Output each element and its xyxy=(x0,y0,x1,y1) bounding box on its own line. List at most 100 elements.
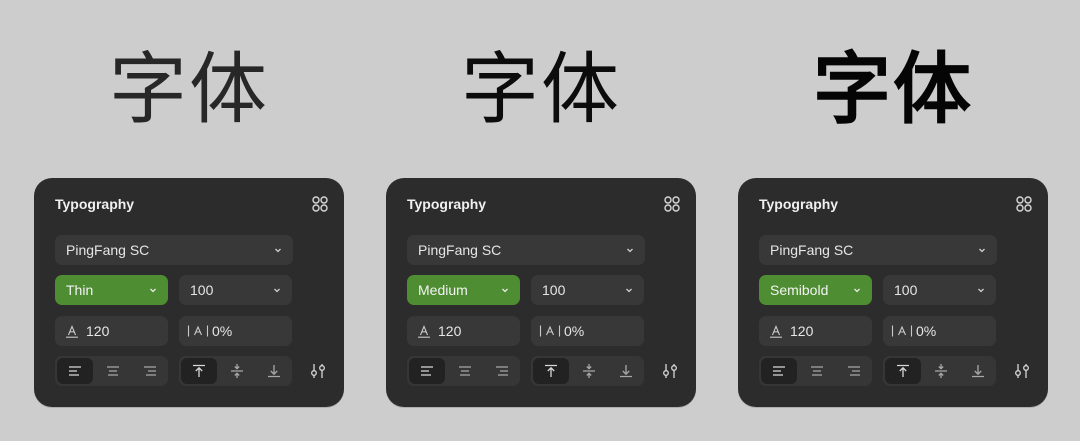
align-left-button[interactable] xyxy=(761,358,798,384)
font-weight-value: Semibold xyxy=(770,282,829,298)
chevron-down-icon xyxy=(150,288,156,293)
font-family-value: PingFang SC xyxy=(418,242,502,258)
align-left-icon xyxy=(421,366,434,376)
font-weight-select[interactable]: Thin xyxy=(55,275,168,305)
four-dots-icon[interactable] xyxy=(662,194,682,214)
letter-spacing-icon xyxy=(891,325,913,337)
four-dots-icon[interactable] xyxy=(1014,194,1034,214)
align-top-icon xyxy=(897,364,910,377)
align-top-icon xyxy=(193,364,206,377)
align-bottom-button[interactable] xyxy=(256,356,292,386)
align-center-button[interactable] xyxy=(447,356,483,386)
line-height-input[interactable]: 120 xyxy=(55,316,168,346)
font-size-select[interactable]: 100 xyxy=(883,275,996,305)
align-left-button[interactable] xyxy=(57,358,94,384)
font-family-select[interactable]: PingFang SC xyxy=(407,235,645,265)
align-right-icon xyxy=(847,366,860,376)
column-semibold: 字体 Typography PingFang SC Semibold 100 1… xyxy=(738,0,1048,441)
sliders-icon[interactable] xyxy=(1013,362,1031,380)
font-size-select[interactable]: 100 xyxy=(531,275,644,305)
font-size-value: 100 xyxy=(894,282,918,298)
letter-spacing-value: 0% xyxy=(212,323,233,339)
align-top-icon xyxy=(545,364,558,377)
letter-spacing-input[interactable]: 0% xyxy=(883,316,996,346)
sample-glyphs: 字体 xyxy=(108,45,269,135)
chevron-down-icon xyxy=(626,288,632,293)
vertical-align-group xyxy=(179,356,292,386)
align-right-icon xyxy=(143,366,156,376)
typography-panel: Typography PingFang SC Medium 100 120 0% xyxy=(386,178,696,407)
font-size-value: 100 xyxy=(190,282,214,298)
align-top-button[interactable] xyxy=(885,358,922,384)
align-center-icon xyxy=(811,366,824,376)
typography-panel: Typography PingFang SC Semibold 100 120 … xyxy=(738,178,1048,407)
align-bottom-icon xyxy=(619,365,632,378)
align-center-icon xyxy=(459,366,472,376)
align-center-button[interactable] xyxy=(799,356,835,386)
font-family-select[interactable]: PingFang SC xyxy=(55,235,293,265)
align-left-icon xyxy=(773,366,786,376)
letter-spacing-icon xyxy=(539,325,561,337)
letter-spacing-input[interactable]: 0% xyxy=(179,316,292,346)
panel-title: Typography xyxy=(407,196,487,212)
text-align-group xyxy=(759,356,872,386)
align-left-button[interactable] xyxy=(409,358,446,384)
chevron-down-icon xyxy=(978,288,984,293)
align-top-button[interactable] xyxy=(533,358,570,384)
font-family-value: PingFang SC xyxy=(66,242,150,258)
align-middle-button[interactable] xyxy=(571,356,607,386)
align-left-icon xyxy=(69,366,82,376)
align-center-button[interactable] xyxy=(95,356,131,386)
line-height-icon xyxy=(418,325,430,338)
font-family-select[interactable]: PingFang SC xyxy=(759,235,997,265)
letter-spacing-value: 0% xyxy=(916,323,937,339)
sample-glyphs: 字体 xyxy=(460,45,621,135)
four-dots-icon[interactable] xyxy=(310,194,330,214)
chevron-down-icon xyxy=(274,288,280,293)
text-align-group xyxy=(407,356,520,386)
font-size-select[interactable]: 100 xyxy=(179,275,292,305)
align-bottom-button[interactable] xyxy=(608,356,644,386)
vertical-align-group xyxy=(883,356,996,386)
letter-spacing-icon xyxy=(187,325,209,337)
align-right-button[interactable] xyxy=(132,356,168,386)
align-middle-icon xyxy=(583,364,596,378)
align-bottom-icon xyxy=(267,365,280,378)
line-height-icon xyxy=(770,325,782,338)
align-right-button[interactable] xyxy=(836,356,872,386)
line-height-value: 120 xyxy=(438,323,462,339)
letter-spacing-value: 0% xyxy=(564,323,585,339)
align-center-icon xyxy=(107,366,120,376)
sample-glyphs: 字体 xyxy=(812,45,973,135)
text-align-group xyxy=(55,356,168,386)
line-height-icon xyxy=(66,325,78,338)
sliders-icon[interactable] xyxy=(309,362,327,380)
line-height-value: 120 xyxy=(86,323,110,339)
align-middle-button[interactable] xyxy=(923,356,959,386)
font-weight-select[interactable]: Semibold xyxy=(759,275,872,305)
align-right-button[interactable] xyxy=(484,356,520,386)
font-weight-value: Thin xyxy=(66,282,94,298)
align-right-icon xyxy=(495,366,508,376)
chevron-down-icon xyxy=(502,288,508,293)
align-bottom-icon xyxy=(971,365,984,378)
align-bottom-button[interactable] xyxy=(960,356,996,386)
font-weight-select[interactable]: Medium xyxy=(407,275,520,305)
sliders-icon[interactable] xyxy=(661,362,679,380)
typography-panel: Typography PingFang SC Thin 100 120 0% xyxy=(34,178,344,407)
align-middle-button[interactable] xyxy=(219,356,255,386)
column-medium: 字体 Typography PingFang SC Medium 100 120… xyxy=(386,0,696,441)
chevron-down-icon xyxy=(627,248,633,253)
font-weight-value: Medium xyxy=(418,282,468,298)
align-middle-icon xyxy=(935,364,948,378)
align-top-button[interactable] xyxy=(181,358,218,384)
font-family-value: PingFang SC xyxy=(770,242,854,258)
line-height-value: 120 xyxy=(790,323,814,339)
line-height-input[interactable]: 120 xyxy=(759,316,872,346)
line-height-input[interactable]: 120 xyxy=(407,316,520,346)
font-size-value: 100 xyxy=(542,282,566,298)
column-thin: 字体 Typography PingFang SC Thin 100 120 0… xyxy=(34,0,344,441)
panel-title: Typography xyxy=(55,196,135,212)
letter-spacing-input[interactable]: 0% xyxy=(531,316,644,346)
chevron-down-icon xyxy=(979,248,985,253)
